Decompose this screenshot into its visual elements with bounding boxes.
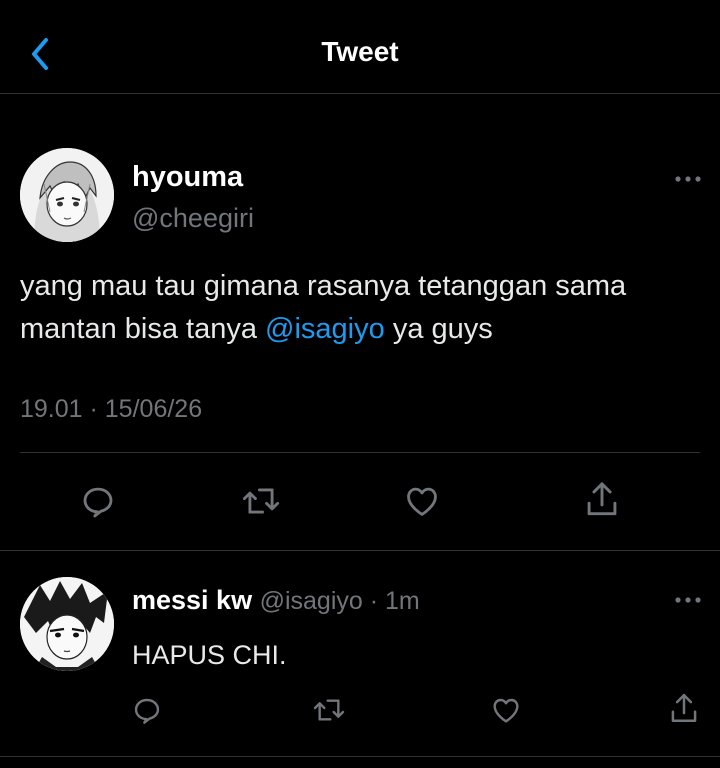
reply-more-options-button[interactable] [672, 592, 704, 608]
tweet-timestamp[interactable]: 19.01 · 15/06/26 [20, 395, 202, 424]
page-title: Tweet [321, 36, 399, 67]
reply-share-button[interactable] [666, 690, 702, 728]
share-icon [587, 482, 617, 516]
divider [20, 452, 700, 453]
top-bar: Tweet [0, 0, 720, 94]
author-handle[interactable]: @cheegiri [132, 203, 254, 234]
author-name[interactable]: hyouma [132, 161, 243, 194]
more-options-button[interactable] [672, 171, 704, 187]
reply-icon [134, 698, 160, 724]
reply-time[interactable]: 1m [385, 587, 420, 615]
reply-like-button[interactable] [488, 692, 524, 728]
reply-separator: · [362, 587, 386, 615]
reply-avatar[interactable] [20, 577, 114, 671]
like-button[interactable] [401, 481, 443, 521]
retweet-icon [242, 488, 280, 514]
divider [0, 550, 720, 551]
tweet-text: yang mau tau gimana rasanya tetanggan sa… [20, 265, 680, 351]
anime-avatar-image [20, 148, 114, 242]
more-dots-icon [675, 597, 701, 603]
reply-button[interactable] [78, 481, 118, 521]
meta-separator: · [82, 395, 105, 423]
reply-icon [83, 487, 113, 518]
like-icon [493, 698, 519, 723]
tweet-date: 15/06/26 [104, 395, 203, 423]
reply-header: messi kw @isagiyo · 1m [132, 585, 420, 616]
avatar[interactable] [20, 148, 114, 242]
like-icon [407, 487, 437, 516]
tweet-text-part2: ya guys [384, 313, 493, 345]
divider [0, 756, 720, 757]
more-dots-icon [675, 176, 701, 182]
share-button[interactable] [581, 478, 623, 522]
mention-link[interactable]: @isagiyo [265, 313, 385, 345]
reply-retweet-button[interactable] [310, 692, 348, 728]
anime-avatar-image [20, 577, 114, 671]
tweet-time: 19.01 [20, 395, 83, 423]
share-icon [671, 693, 697, 723]
retweet-icon [313, 699, 345, 721]
reply-text: HAPUS CHI. [132, 640, 287, 670]
reply-author-handle[interactable]: @isagiyo [260, 587, 363, 615]
reply-author-name[interactable]: messi kw [132, 585, 252, 615]
retweet-button[interactable] [239, 481, 283, 521]
reply-reply-button[interactable] [129, 692, 165, 728]
